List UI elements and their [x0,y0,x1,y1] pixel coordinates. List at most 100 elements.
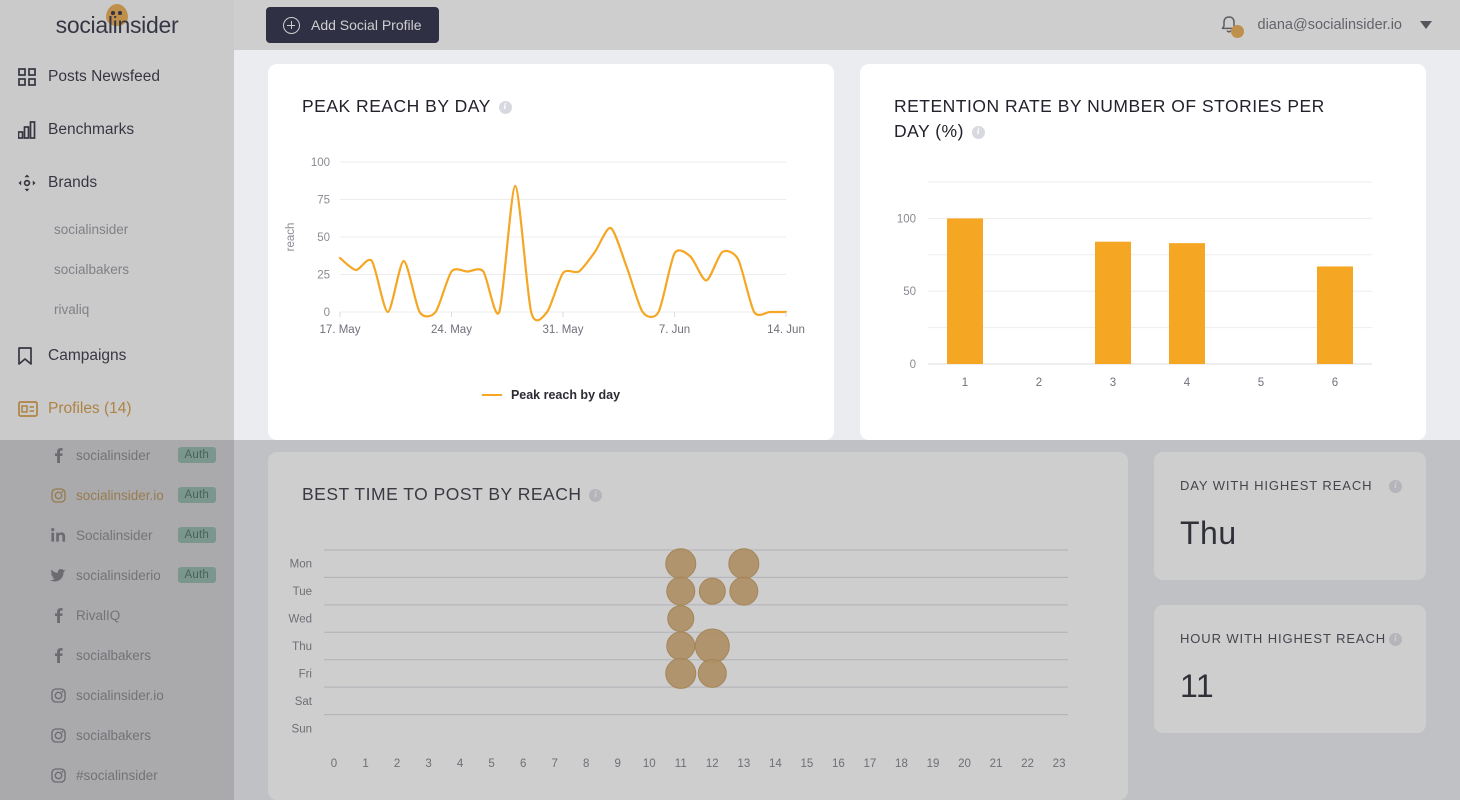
svg-text:50: 50 [903,286,916,298]
sidebar-item-profiles[interactable]: Profiles (14) [0,382,234,435]
notification-badge-dot [1230,25,1244,38]
svg-text:6: 6 [520,758,526,770]
sidebar-profile-instagram-8[interactable]: #socialinsider [0,755,234,795]
best-time-title: BEST TIME TO POST BY REACH i [268,452,768,507]
sidebar-profile-instagram-7[interactable]: socialbakers [0,715,234,755]
sidebar-profile-name: socialinsider [76,447,151,463]
svg-text:21: 21 [990,758,1003,770]
info-icon[interactable]: i [1389,633,1402,646]
sidebar-profile-name: socialinsiderio [76,567,161,583]
svg-text:Thu: Thu [292,641,312,653]
chevron-down-icon[interactable] [1420,21,1432,29]
sidebar-brand-label: rivaliq [54,301,90,317]
sidebar-profile-instagram-1[interactable]: socialinsider.io Auth [0,475,234,515]
legend-label: Peak reach by day [510,388,621,402]
best-time-title-text: BEST TIME TO POST BY REACH [302,484,582,504]
svg-text:100: 100 [311,157,330,169]
svg-text:12: 12 [706,758,719,770]
peak-reach-card: PEAK REACH BY DAY i 0 25 50 75 100 reach 17. Ma… [268,64,834,440]
info-icon[interactable]: i [971,125,985,139]
instagram-icon [50,487,66,503]
svg-text:22: 22 [1021,758,1034,770]
svg-text:Mon: Mon [290,559,312,571]
info-icon[interactable]: i [589,489,603,502]
svg-text:18: 18 [895,758,908,770]
sidebar-profile-facebook-5[interactable]: socialbakers [0,635,234,675]
linkedin-icon [50,528,66,542]
svg-text:1: 1 [362,758,368,770]
svg-text:0: 0 [331,758,337,770]
svg-text:3: 3 [425,758,431,770]
svg-text:5: 5 [488,758,494,770]
sidebar-profile-name: socialbakers [76,647,152,663]
day-with-highest-reach-card: DAY WITH HIGHEST REACH Thu i [1154,452,1426,580]
instagram-icon [50,727,66,743]
sidebar-item-label: Campaigns [48,346,127,364]
day-highest-value: Thu [1180,515,1237,551]
svg-text:2: 2 [1036,377,1042,389]
retention-rate-chart: 0 50 100 1 2 3 4 5 6 [860,168,1426,423]
sidebar-profile-facebook-0[interactable]: socialinsider Auth [0,435,234,475]
svg-text:Sat: Sat [295,696,313,708]
svg-text:25: 25 [317,270,330,282]
svg-text:Sun: Sun [292,723,312,735]
svg-text:24. May: 24. May [431,324,472,336]
bar-chart-icon [18,120,48,139]
instagram-icon [50,687,66,703]
svg-text:14. Jun: 14. Jun [767,324,805,336]
sidebar-item-campaigns[interactable]: Campaigns [0,329,234,382]
info-icon[interactable]: i [498,101,512,114]
app-logo[interactable]: socialinsider [0,0,234,50]
peak-reach-legend: Peak reach by day [268,388,834,402]
svg-text:0: 0 [910,359,916,371]
svg-text:17. May: 17. May [320,324,361,336]
sidebar-item-posts-newsfeed[interactable]: Posts Newsfeed [0,50,234,103]
svg-text:19: 19 [927,758,940,770]
svg-text:50: 50 [317,232,330,244]
topbar: Add Social Profile diana@socialinsider.i… [234,0,1460,50]
sidebar-item-brands[interactable]: Brands [0,156,234,209]
svg-text:reach: reach [285,223,297,252]
sidebar-brand-rivaliq[interactable]: rivaliq [0,289,234,329]
sidebar-item-label: Brands [48,173,98,191]
svg-text:1: 1 [962,377,968,389]
topbar-right: diana@socialinsider.io [1218,14,1460,38]
info-icon[interactable]: i [1389,480,1402,493]
user-email-label: diana@socialinsider.io [1257,17,1403,33]
sidebar-brand-socialinsider[interactable]: socialinsider [0,209,234,249]
notifications-bell-icon[interactable] [1218,14,1244,38]
svg-text:23: 23 [1053,758,1066,770]
instagram-icon [50,767,66,783]
best-time-chart: Mon Tue Wed Thu Fri Sat Sun 0 1 2 3 4 5 6 7 8 9 10 11 12 13 1… [268,530,1128,800]
sidebar-item-benchmarks[interactable]: Benchmarks [0,103,234,156]
sidebar-profile-facebook-4[interactable]: RivalIQ [0,595,234,635]
retention-rate-card: RETENTION RATE BY NUMBER OF STORIES PER … [860,64,1426,440]
sidebar-brand-label: socialinsider [54,221,129,237]
plus-circle-icon [283,16,300,34]
bubble-chart-svg: MonTueWedThuFriSatSun0 1 2 3 4 5 6 7 8 9 10 11 12 13 1… [289,548,1068,770]
svg-text:31. May: 31. May [543,324,584,336]
retention-rate-title-text: RETENTION RATE BY NUMBER OF STORIES PER … [894,96,1325,141]
sidebar-profile-linkedin-2[interactable]: Socialinsider Auth [0,515,234,555]
bar-chart-svg: 0 50 100 1 2 3 4 5 6 [897,181,1372,389]
svg-text:9: 9 [615,758,621,770]
auth-badge: Auth [177,527,216,543]
sidebar-profile-name: Socialinsider [76,527,153,543]
sidebar-profile-twitter-3[interactable]: socialinsiderio Auth [0,555,234,595]
peak-reach-chart: 0 25 50 75 100 reach 17. May 24. May 31. May 7. J… [268,150,834,385]
svg-text:5: 5 [1258,377,1264,389]
svg-text:Wed: Wed [289,614,312,626]
facebook-icon [50,607,66,623]
sidebar-item-label: Profiles (14) [48,399,132,417]
svg-text:20: 20 [958,758,971,770]
svg-text:2: 2 [394,758,400,770]
svg-text:7. Jun: 7. Jun [659,324,690,336]
line-chart-svg: 0 25 50 75 100 reach 17. May 24. May 31. May 7. J… [285,157,805,336]
stat-cards: DAY WITH HIGHEST REACH Thu i HOUR WITH H… [1154,452,1426,800]
sidebar-profiles-list: socialinsider Auth socialinsider.io Auth Soc… [0,435,234,795]
add-social-profile-button[interactable]: Add Social Profile [266,7,439,43]
top-panel: PEAK REACH BY DAY i 0 25 50 75 100 reach 17. Ma… [234,50,1460,440]
sidebar-brand-socialbakers[interactable]: socialbakers [0,249,234,289]
move-diamond-icon [18,174,48,192]
sidebar-profile-instagram-6[interactable]: socialinsider.io [0,675,234,715]
